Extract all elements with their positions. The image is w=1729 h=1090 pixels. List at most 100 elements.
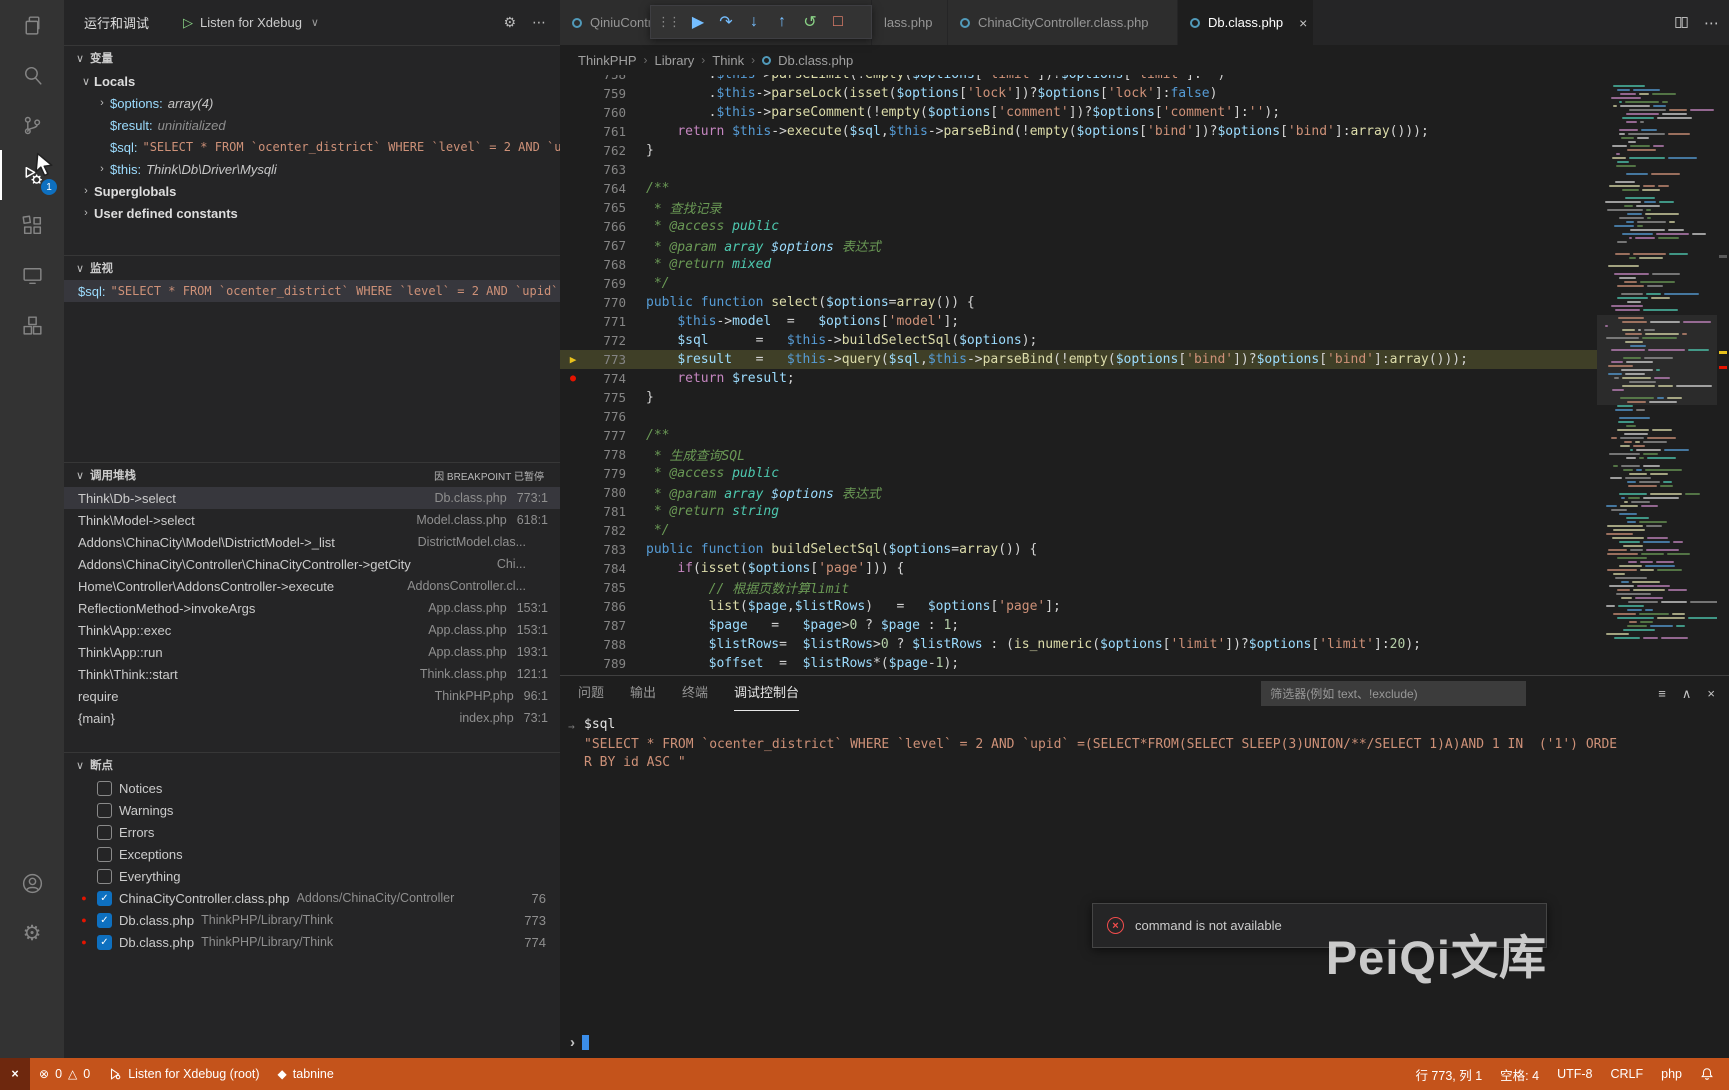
tab-output[interactable]: 输出 (630, 676, 656, 711)
indentation-status[interactable]: 空格: 4 (1491, 1058, 1548, 1090)
variable-scope[interactable]: › User defined constants (64, 202, 560, 224)
breakpoint-entry[interactable]: ● ✓ Db.class.php ThinkPHP/Library/Think 774 (64, 931, 560, 953)
drag-handle-icon[interactable]: ⋮⋮ (657, 14, 681, 30)
breakpoint-option[interactable]: Exceptions (64, 843, 560, 865)
start-debug-icon[interactable]: ▷ (183, 15, 193, 31)
frame-position: 193:1 (516, 645, 548, 659)
problems-status[interactable]: ⊗ 0 △ 0 (30, 1058, 99, 1090)
tab-db-class-php[interactable]: Db.class.php × (1178, 0, 1314, 45)
close-tab-icon[interactable]: × (1299, 15, 1307, 31)
scope-locals[interactable]: ∨ Locals (64, 70, 560, 92)
tab-lass-php[interactable]: lass.php (872, 0, 948, 45)
remote-indicator[interactable]: × (0, 1058, 30, 1090)
minimap[interactable] (1597, 75, 1717, 675)
checkbox-icon[interactable]: ✓ (97, 890, 112, 906)
breakpoint-path: ThinkPHP/Library/Think (201, 913, 334, 927)
breakpoint-option[interactable]: Notices (64, 777, 560, 799)
breadcrumb-item[interactable]: ThinkPHP (578, 53, 637, 68)
variable-item[interactable]: › $options: array(4) (64, 92, 560, 114)
tab-debug-console[interactable]: 调试控制台 (734, 676, 800, 711)
containers-icon[interactable] (0, 300, 64, 350)
restart-button[interactable]: ↺ (797, 8, 823, 36)
checkbox-icon[interactable]: ✓ (97, 934, 112, 950)
call-stack-pane-header[interactable]: ∨ 调用堆栈 因 BREAKPOINT 已暂停 (64, 463, 560, 487)
cursor-position-status[interactable]: 行 773, 列 1 (1406, 1058, 1491, 1090)
step-out-button[interactable]: ↑ (769, 8, 795, 36)
filter-icon[interactable]: ≡ (1658, 686, 1666, 702)
variables-pane-header[interactable]: ∨ 变量 (64, 46, 560, 70)
accounts-icon[interactable] (0, 858, 64, 908)
minimap-viewport[interactable] (1597, 315, 1717, 405)
stack-frame[interactable]: Think\Think::start Think.class.php 121:1 (64, 663, 560, 685)
stack-frame[interactable]: Think\App::run App.class.php 193:1 (64, 641, 560, 663)
stack-frame[interactable]: Think\App::exec App.class.php 153:1 (64, 619, 560, 641)
breadcrumb-item[interactable]: Think (712, 53, 744, 68)
remote-explorer-icon[interactable] (0, 250, 64, 300)
breakpoint-option[interactable]: Everything (64, 865, 560, 887)
run-and-debug-icon[interactable]: 1 (0, 150, 64, 200)
tab-terminal[interactable]: 终端 (682, 676, 708, 711)
stack-frame[interactable]: Home\Controller\AddonsController->execut… (64, 575, 560, 597)
stack-frame[interactable]: Addons\ChinaCity\Model\DistrictModel->_l… (64, 531, 560, 553)
stack-frame[interactable]: require ThinkPHP.php 96:1 (64, 685, 560, 707)
tab-problems[interactable]: 问题 (578, 676, 604, 711)
language-mode-status[interactable]: php (1652, 1058, 1691, 1090)
variable-item[interactable]: $sql: "SELECT * FROM `ocenter_district` W… (64, 136, 560, 158)
watch-item[interactable]: $sql: "SELECT * FROM `ocenter_district` … (64, 280, 560, 302)
step-into-button[interactable]: ↓ (741, 8, 767, 36)
checkbox-icon[interactable]: ✓ (97, 912, 112, 928)
tab-label: Db.class.php (1208, 15, 1284, 30)
debug-views-more-icon[interactable]: ⋯ (532, 14, 546, 31)
tabnine-status[interactable]: ◆ tabnine (269, 1058, 343, 1090)
watch-pane-header[interactable]: ∨ 监视 (64, 256, 560, 280)
encoding-status[interactable]: UTF-8 (1548, 1058, 1601, 1090)
step-over-button[interactable]: ↷ (713, 8, 739, 36)
line-number: 762 (603, 143, 626, 158)
editor-more-actions-icon[interactable]: ⋯ (1704, 14, 1719, 32)
explorer-icon[interactable] (0, 0, 64, 50)
debug-config-status[interactable]: Listen for Xdebug (root) (99, 1058, 268, 1090)
search-icon[interactable] (0, 50, 64, 100)
stack-frame[interactable]: Addons\ChinaCity\Controller\ChinaCityCon… (64, 553, 560, 575)
breadcrumb-item[interactable]: Db.class.php (778, 53, 853, 68)
checkbox-icon[interactable] (97, 846, 112, 862)
debug-settings-gear-icon[interactable]: ⚙ (503, 14, 516, 31)
stack-frame[interactable]: Think\Db->select Db.class.php 773:1 (64, 487, 560, 509)
variable-item[interactable]: › $this: Think\Db\Driver\Mysqli (64, 158, 560, 180)
checkbox-icon[interactable] (97, 780, 112, 796)
close-panel-icon[interactable]: × (1707, 686, 1715, 702)
split-editor-icon[interactable] (1673, 14, 1690, 31)
maximize-panel-icon[interactable]: ∧ (1682, 686, 1692, 702)
debug-current-line-icon[interactable]: ▶ (560, 353, 586, 366)
eol-status[interactable]: CRLF (1601, 1058, 1652, 1090)
source-control-icon[interactable] (0, 100, 64, 150)
variable-item[interactable]: $result: uninitialized (64, 114, 560, 136)
breakpoint-entry[interactable]: ● ✓ Db.class.php ThinkPHP/Library/Think 773 (64, 909, 560, 931)
breakpoint-dot-icon[interactable]: ● (560, 373, 586, 384)
stop-button[interactable]: □ (825, 8, 851, 36)
stack-frame[interactable]: ReflectionMethod->invokeArgs App.class.ph… (64, 597, 560, 619)
chevron-right-icon: › (643, 53, 648, 67)
checkbox-icon[interactable] (97, 824, 112, 840)
breakpoints-pane-header[interactable]: ∨ 断点 (64, 753, 560, 777)
launch-config-dropdown[interactable]: ▷ Listen for Xdebug ∨ (183, 15, 319, 31)
settings-gear-icon[interactable]: ⚙ (0, 908, 64, 958)
checkbox-icon[interactable] (97, 868, 112, 884)
code-line: 763 (560, 160, 1597, 179)
breadcrumb-item[interactable]: Library (655, 53, 695, 68)
variable-scope[interactable]: › Superglobals (64, 180, 560, 202)
code-editor[interactable]: 758 .$this->parseLimit(!empty($options['… (560, 75, 1729, 675)
notifications-bell[interactable] (1691, 1058, 1723, 1090)
breakpoint-option[interactable]: Warnings (64, 799, 560, 821)
breakpoint-option[interactable]: Errors (64, 821, 560, 843)
tab-chinacitycontroller[interactable]: ChinaCityController.class.php (948, 0, 1178, 45)
frame-position: 96:1 (523, 689, 548, 703)
console-filter-input[interactable] (1261, 681, 1527, 706)
continue-button[interactable]: ▶ (685, 8, 711, 36)
checkbox-icon[interactable] (97, 802, 112, 818)
stack-frame[interactable]: {main} index.php 73:1 (64, 707, 560, 729)
stack-frame[interactable]: Think\Model->select Model.class.php 618:1 (64, 509, 560, 531)
extensions-icon[interactable] (0, 200, 64, 250)
debug-console-input[interactable]: › (570, 1034, 589, 1051)
breakpoint-entry[interactable]: ● ✓ ChinaCityController.class.php Addons/Ch… (64, 887, 560, 909)
